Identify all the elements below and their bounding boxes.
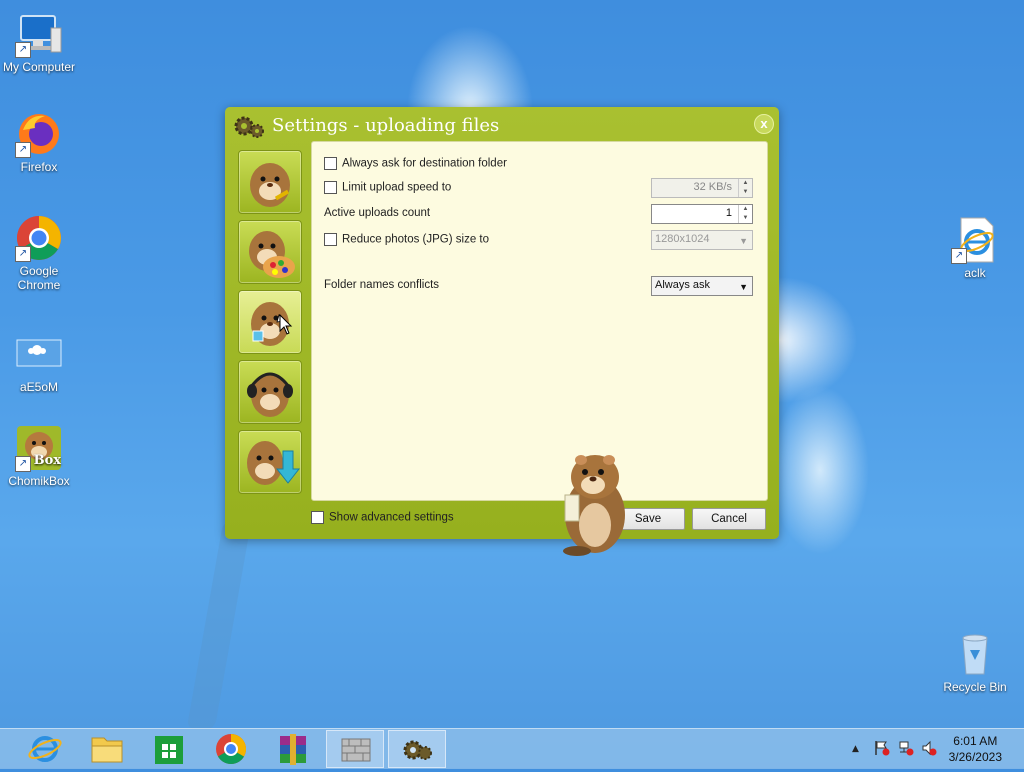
taskbar-file-explorer[interactable] xyxy=(78,730,136,768)
chrome-icon: ↗ xyxy=(15,214,63,262)
chrome-icon xyxy=(216,734,247,765)
store-icon xyxy=(155,736,183,764)
mouse-cursor-icon xyxy=(279,314,293,335)
flag-icon[interactable] xyxy=(874,740,890,756)
taskbar-chomikbox-settings[interactable] xyxy=(388,730,446,768)
show-advanced-label: Show advanced settings xyxy=(329,511,454,524)
hamster-key-icon xyxy=(250,163,290,207)
desktop-icon-label: aE5oM xyxy=(19,380,59,394)
active-uploads-label: Active uploads count xyxy=(324,207,431,219)
limit-speed-label: Limit upload speed to xyxy=(342,181,452,194)
internet-explorer-icon xyxy=(28,736,62,762)
upload-speed-stepper[interactable]: 32 KB/s ▲ ▼ xyxy=(651,178,753,198)
desktop-icon-label: My Computer xyxy=(2,60,76,74)
gear-icon xyxy=(233,114,265,140)
network-icon[interactable] xyxy=(898,740,914,756)
ask-destination-checkbox[interactable] xyxy=(324,157,337,170)
limit-speed-checkbox[interactable] xyxy=(324,181,337,194)
gear-icon xyxy=(403,740,432,760)
sidebar-button-general[interactable] xyxy=(238,150,302,214)
firefox-icon: ↗ xyxy=(15,110,63,158)
taskbar: ▲ 6:01 AM 3/26/2023 xyxy=(0,728,1024,769)
show-advanced-checkbox[interactable] xyxy=(311,511,324,524)
ask-destination-label: Always ask for destination folder xyxy=(342,157,507,170)
cancel-button[interactable]: Cancel xyxy=(692,508,766,530)
system-clock[interactable]: 6:01 AM 3/26/2023 xyxy=(949,733,1002,765)
desktop-icon-aclk[interactable]: ↗ aclk xyxy=(935,216,1015,280)
folder-icon xyxy=(91,737,123,763)
desktop-icon-firefox[interactable]: ↗ Firefox xyxy=(0,110,79,174)
hamster-headphones-icon xyxy=(247,372,293,417)
taskbar-chrome[interactable] xyxy=(202,730,260,768)
limit-speed-option[interactable]: Limit upload speed to xyxy=(324,181,451,194)
ask-destination-option[interactable]: Always ask for destination folder xyxy=(324,157,507,170)
sidebar-button-downloading[interactable] xyxy=(238,360,302,424)
volume-muted-icon[interactable] xyxy=(921,740,937,756)
taskbar-winrar[interactable] xyxy=(264,730,322,768)
folder-conflicts-select[interactable]: Always ask ▼ xyxy=(651,276,753,296)
taskbar-store[interactable] xyxy=(140,730,198,768)
desktop-icon-ae5om[interactable]: aE5oM xyxy=(0,330,79,394)
show-advanced-option[interactable]: Show advanced settings xyxy=(311,511,454,524)
wallpaper-stem xyxy=(186,520,252,730)
ie-file-icon: ↗ xyxy=(951,216,999,264)
settings-panel: Always ask for destination folder Limit … xyxy=(311,141,768,501)
clock-time: 6:01 AM xyxy=(953,734,998,748)
spin-arrows-icon[interactable]: ▲ ▼ xyxy=(738,179,752,197)
active-uploads-stepper[interactable]: 1 ▲ ▼ xyxy=(651,204,753,224)
taskbar-app-window[interactable] xyxy=(326,730,384,768)
hamster-palette-icon xyxy=(249,231,295,278)
sidebar-button-transfers[interactable] xyxy=(238,430,302,494)
computer-icon: ↗ xyxy=(15,10,63,58)
dialog-title: Settings - uploading files xyxy=(272,115,500,136)
photo-size-select[interactable]: 1280x1024 ▼ xyxy=(651,230,753,250)
folder-conflicts-label: Folder names conflicts xyxy=(324,279,440,291)
spin-arrows-icon[interactable]: ▲ ▼ xyxy=(738,205,752,223)
reduce-photos-checkbox[interactable] xyxy=(324,233,337,246)
upload-speed-value: 32 KB/s xyxy=(693,181,732,193)
clock-date: 3/26/2023 xyxy=(948,750,1002,764)
winrar-icon xyxy=(280,734,306,765)
reduce-photos-label: Reduce photos (JPG) size to xyxy=(342,233,490,246)
active-uploads-value: 1 xyxy=(725,207,732,219)
desktop-icon-label: Google Chrome xyxy=(17,264,61,292)
desktop-icon-label: ChomikBox xyxy=(8,474,70,488)
recycle-bin-icon xyxy=(951,630,999,678)
photo-size-value: 1280x1024 xyxy=(655,233,710,245)
up-arrow-icon[interactable]: ▲ xyxy=(852,744,859,754)
close-button[interactable]: x xyxy=(754,114,774,134)
folder-conflicts-value: Always ask xyxy=(655,279,711,291)
hamster-download-icon xyxy=(247,441,301,485)
desktop-icon-label: Firefox xyxy=(20,160,58,174)
image-file-icon xyxy=(15,330,63,378)
chevron-down-icon: ▼ xyxy=(739,236,748,246)
desktop-icon-label: aclk xyxy=(964,266,986,280)
desktop-icon-my-computer[interactable]: ↗ My Computer xyxy=(0,10,79,74)
settings-dialog: Settings - uploading files x Always ask … xyxy=(225,107,779,556)
hamster-mascot-image xyxy=(563,455,625,556)
desktop-icon-chomikbox[interactable]: Box ↗ ChomikBox xyxy=(0,424,79,488)
desktop-icon-label: Recycle Bin xyxy=(943,680,1007,694)
reduce-photos-option[interactable]: Reduce photos (JPG) size to xyxy=(324,233,489,246)
desktop-icon-recycle-bin[interactable]: Recycle Bin xyxy=(935,630,1015,694)
desktop-icon-google-chrome[interactable]: ↗ Google Chrome xyxy=(0,214,79,292)
chomikbox-icon: Box ↗ xyxy=(15,424,63,472)
sidebar-button-appearance[interactable] xyxy=(238,220,302,284)
wall-icon xyxy=(341,738,371,762)
chevron-down-icon: ▼ xyxy=(739,282,748,292)
taskbar-internet-explorer[interactable] xyxy=(16,730,74,768)
